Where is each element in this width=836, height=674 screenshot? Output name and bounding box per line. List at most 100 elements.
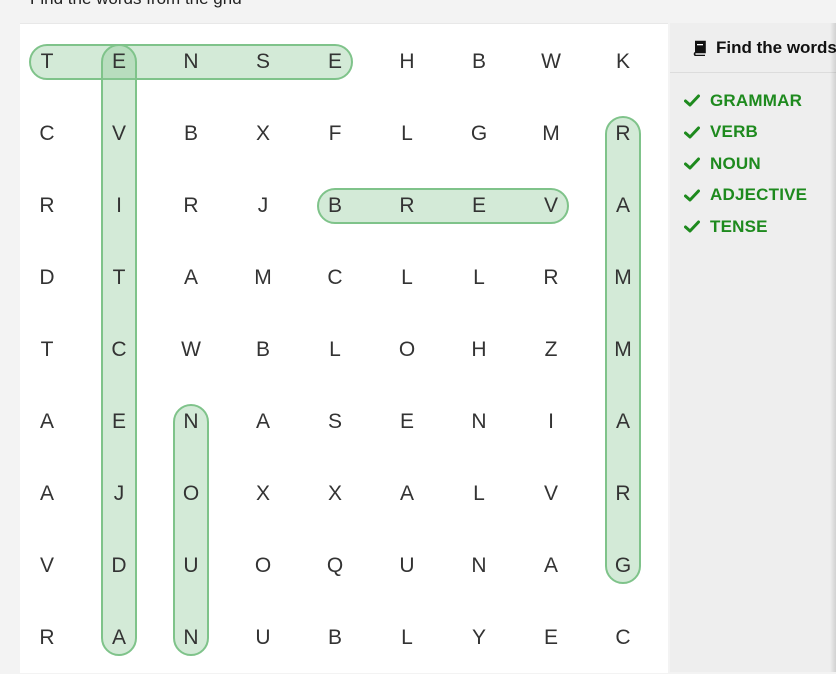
grid-cell[interactable]: M: [587, 314, 659, 386]
grid-cell[interactable]: E: [299, 26, 371, 98]
grid-cell[interactable]: L: [443, 458, 515, 530]
word-grid[interactable]: TENSEHBWKCVBXFLGMRRIRJBREVADTAMCLLRMTCWB…: [20, 23, 668, 673]
grid-cell[interactable]: K: [587, 26, 659, 98]
grid-cell[interactable]: G: [443, 98, 515, 170]
grid-cell[interactable]: O: [371, 314, 443, 386]
grid-cell[interactable]: V: [515, 458, 587, 530]
grid-cell[interactable]: I: [515, 386, 587, 458]
sidebar-edge-shadow: [830, 23, 836, 672]
grid-cell[interactable]: R: [587, 458, 659, 530]
grid-cell[interactable]: N: [443, 530, 515, 602]
grid-cell[interactable]: S: [227, 26, 299, 98]
grid-cell[interactable]: R: [515, 242, 587, 314]
grid-cell[interactable]: C: [587, 602, 659, 674]
grid-cell[interactable]: R: [155, 170, 227, 242]
check-icon: [684, 157, 700, 170]
word-list-item: VERB: [684, 117, 836, 149]
grid-cell[interactable]: A: [227, 386, 299, 458]
grid-cell[interactable]: C: [11, 98, 83, 170]
grid-cell[interactable]: Z: [515, 314, 587, 386]
grid-cell[interactable]: A: [371, 458, 443, 530]
word-label: NOUN: [710, 153, 761, 173]
grid-cell[interactable]: A: [587, 386, 659, 458]
grid-cell[interactable]: O: [227, 530, 299, 602]
grid-cell[interactable]: G: [587, 530, 659, 602]
grid-cell[interactable]: U: [155, 530, 227, 602]
grid-cell[interactable]: X: [299, 458, 371, 530]
grid-cell[interactable]: E: [515, 602, 587, 674]
word-list-item: TENSE: [684, 211, 836, 243]
grid-cell[interactable]: B: [299, 602, 371, 674]
grid-cell[interactable]: L: [371, 242, 443, 314]
grid-cell[interactable]: A: [587, 170, 659, 242]
check-icon: [684, 94, 700, 107]
grid-cell[interactable]: E: [371, 386, 443, 458]
instruction-text: Find the words from the grid: [30, 0, 242, 9]
grid-cell[interactable]: R: [11, 170, 83, 242]
check-icon: [684, 126, 700, 139]
grid-cell[interactable]: N: [155, 26, 227, 98]
grid-cell[interactable]: U: [371, 530, 443, 602]
grid-cell[interactable]: R: [11, 602, 83, 674]
grid-cell[interactable]: R: [371, 170, 443, 242]
grid-cell[interactable]: X: [227, 458, 299, 530]
book-icon: [693, 40, 706, 56]
grid-cell[interactable]: J: [83, 458, 155, 530]
grid-cell[interactable]: E: [83, 26, 155, 98]
grid-cell[interactable]: T: [11, 314, 83, 386]
grid-cell[interactable]: L: [443, 242, 515, 314]
grid-cell[interactable]: A: [11, 386, 83, 458]
grid-cell[interactable]: F: [299, 98, 371, 170]
grid-cell[interactable]: E: [83, 386, 155, 458]
grid-cell[interactable]: C: [299, 242, 371, 314]
grid-cell[interactable]: Q: [299, 530, 371, 602]
grid-cell[interactable]: M: [227, 242, 299, 314]
grid-cell[interactable]: A: [515, 530, 587, 602]
grid-cell[interactable]: J: [227, 170, 299, 242]
word-label: GRAMMAR: [710, 90, 803, 110]
grid-cell[interactable]: B: [155, 98, 227, 170]
grid-cell[interactable]: N: [155, 386, 227, 458]
grid-cell[interactable]: N: [443, 386, 515, 458]
word-label: VERB: [710, 122, 759, 142]
grid-cell[interactable]: L: [371, 98, 443, 170]
grid-cell[interactable]: H: [443, 314, 515, 386]
grid-cell[interactable]: D: [11, 242, 83, 314]
grid-cell[interactable]: B: [299, 170, 371, 242]
grid-cell[interactable]: N: [155, 602, 227, 674]
check-icon: [684, 189, 700, 202]
word-label: ADJECTIVE: [710, 185, 808, 205]
grid-cell[interactable]: O: [155, 458, 227, 530]
grid-cell[interactable]: M: [515, 98, 587, 170]
grid-cell[interactable]: C: [83, 314, 155, 386]
grid-cell[interactable]: S: [299, 386, 371, 458]
grid-cell[interactable]: B: [227, 314, 299, 386]
grid-cell[interactable]: T: [11, 26, 83, 98]
grid-cell[interactable]: X: [227, 98, 299, 170]
grid-cell[interactable]: E: [443, 170, 515, 242]
grid-cell[interactable]: L: [371, 602, 443, 674]
grid-cell[interactable]: D: [83, 530, 155, 602]
grid-cell[interactable]: I: [83, 170, 155, 242]
grid-cell[interactable]: A: [83, 602, 155, 674]
grid-cell[interactable]: A: [11, 458, 83, 530]
grid-cell[interactable]: R: [587, 98, 659, 170]
grid-cell[interactable]: H: [371, 26, 443, 98]
word-sidebar: Find the words GRAMMAR VERB NOUN ADJECTIVE T…: [670, 23, 836, 672]
grid-cell[interactable]: U: [227, 602, 299, 674]
grid-cell[interactable]: L: [299, 314, 371, 386]
grid-cell[interactable]: W: [155, 314, 227, 386]
grid-cell[interactable]: A: [155, 242, 227, 314]
grid-cell[interactable]: V: [83, 98, 155, 170]
grid-cell[interactable]: V: [11, 530, 83, 602]
grid-cell[interactable]: W: [515, 26, 587, 98]
sidebar-header: Find the words: [670, 23, 836, 73]
grid-cell[interactable]: Y: [443, 602, 515, 674]
word-list-item: GRAMMAR: [684, 85, 836, 117]
word-list-item: ADJECTIVE: [684, 180, 836, 212]
grid-cell[interactable]: B: [443, 26, 515, 98]
grid-cell[interactable]: T: [83, 242, 155, 314]
grid-cell[interactable]: V: [515, 170, 587, 242]
sidebar-title: Find the words: [716, 37, 836, 57]
grid-cell[interactable]: M: [587, 242, 659, 314]
